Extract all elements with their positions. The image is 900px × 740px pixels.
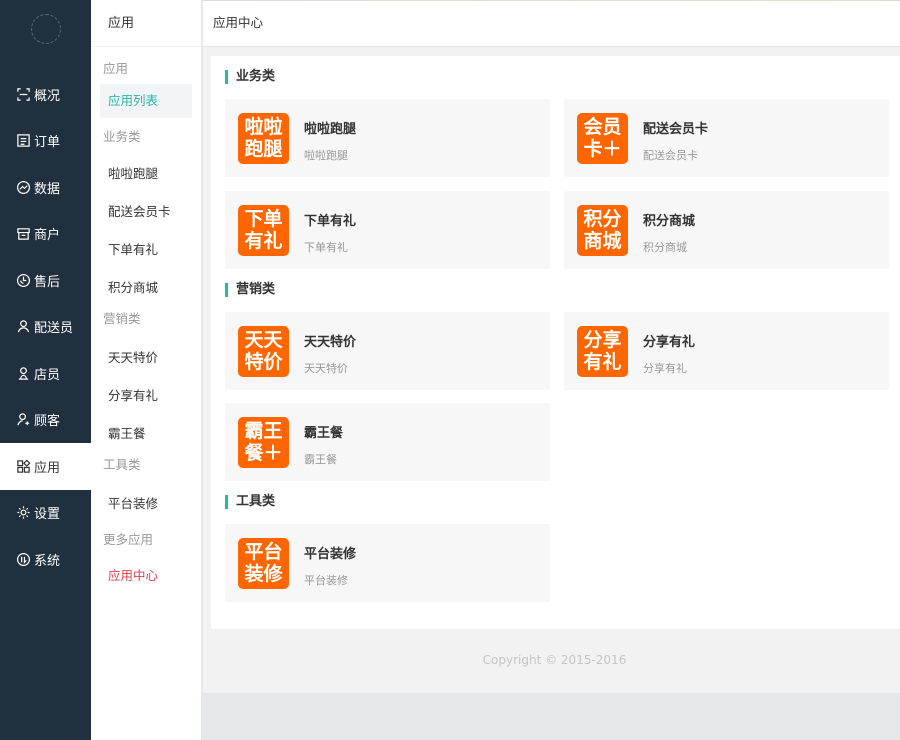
nav-item-overview[interactable]: 概况 — [0, 71, 91, 118]
app-name: 啦啦跑腿 — [304, 122, 357, 137]
app-card-share-gift[interactable]: 分享 有礼 分享有礼 分享有礼 — [564, 312, 889, 390]
copyright-footer: Copyright © 2015-2016 — [482, 653, 627, 667]
nav-item-apps[interactable]: 应用 — [0, 443, 91, 490]
app-card-decoration[interactable]: 平台 装修 平台装修 平台装修 — [225, 524, 550, 602]
main-sidebar: 概况 订单 数据 商户 售后 配送员 店员 顾客 应用 设置 系统 — [0, 0, 91, 740]
header-top-line — [203, 0, 900, 1]
app-card-member-card[interactable]: 会员 卡＋ 配送会员卡 配送会员卡 — [564, 99, 889, 177]
app-name: 下单有礼 — [304, 214, 357, 229]
app-desc: 下单有礼 — [304, 241, 348, 254]
app-icon-lala: 啦啦 跑腿 — [238, 113, 289, 164]
app-desc: 啦啦跑腿 — [304, 149, 348, 162]
subnav-group-marketing: 营销类 — [103, 311, 141, 326]
logo[interactable] — [0, 0, 91, 57]
subnav-group-more: 更多应用 — [103, 532, 154, 547]
overview-icon — [15, 86, 31, 102]
after-sales-icon — [15, 272, 31, 288]
subnav-group-business: 业务类 — [103, 129, 141, 144]
subnav-item-app-center[interactable]: 应用中心 — [91, 559, 201, 597]
system-icon — [15, 551, 31, 567]
content-area: 业务类 啦啦 跑腿 啦啦跑腿 啦啦跑腿 会员 卡＋ 配送会员卡 配送会员卡 下单 有礼… — [203, 47, 900, 693]
subnav-item-app-list[interactable]: 应用列表 — [100, 84, 192, 118]
subnav-item-member-card[interactable]: 配送会员卡 — [91, 195, 201, 233]
nav-label: 数据 — [34, 181, 61, 197]
nav-item-staff[interactable]: 店员 — [0, 350, 91, 397]
section-title-tools: 工具类 — [225, 495, 275, 509]
app-card-points-mall[interactable]: 积分 商城 积分商城 积分商城 — [564, 191, 889, 269]
subnav-item-lala[interactable]: 啦啦跑腿 — [91, 157, 201, 195]
logo-mark-icon — [30, 13, 61, 44]
app-desc: 霸王餐 — [304, 453, 337, 466]
app-icon-points-mall: 积分 商城 — [577, 205, 628, 256]
subnav-item-points-mall[interactable]: 积分商城 — [91, 271, 201, 309]
nav-item-system[interactable]: 系统 — [0, 536, 91, 583]
app-card-order-gift[interactable]: 下单 有礼 下单有礼 下单有礼 — [225, 191, 550, 269]
subnav-item-order-gift[interactable]: 下单有礼 — [91, 233, 201, 271]
bottom-strip — [203, 693, 900, 740]
subnav-item-decoration[interactable]: 平台装修 — [91, 487, 201, 525]
customer-icon — [15, 412, 31, 428]
subnav-group-tools: 工具类 — [103, 457, 141, 472]
store-icon — [15, 226, 31, 242]
app-name: 天天特价 — [304, 335, 357, 350]
nav-item-merchants[interactable]: 商户 — [0, 211, 91, 258]
app-desc: 积分商城 — [643, 241, 687, 254]
subnav-group-app: 应用 — [103, 61, 129, 76]
main-nav: 概况 订单 数据 商户 售后 配送员 店员 顾客 应用 设置 系统 — [0, 71, 91, 583]
secondary-sidebar: 应用 应用 应用列表 业务类 啦啦跑腿 配送会员卡 下单有礼 积分商城 营销类 … — [91, 0, 202, 740]
subnav-item-share-gift[interactable]: 分享有礼 — [91, 379, 201, 417]
chart-icon — [15, 179, 31, 195]
nav-label: 店员 — [34, 367, 61, 383]
main-area: 应用中心 业务类 啦啦 跑腿 啦啦跑腿 啦啦跑腿 会员 卡＋ 配送会员卡 配送会员卡… — [203, 0, 900, 740]
app-name: 配送会员卡 — [643, 122, 709, 137]
nav-label: 设置 — [34, 507, 61, 523]
nav-item-couriers[interactable]: 配送员 — [0, 304, 91, 351]
app-name: 霸王餐 — [304, 426, 344, 441]
app-desc: 天天特价 — [304, 362, 348, 375]
nav-label: 售后 — [34, 274, 61, 290]
app-desc: 配送会员卡 — [643, 149, 698, 162]
apps-icon — [15, 458, 31, 474]
app-panel: 业务类 啦啦 跑腿 啦啦跑腿 啦啦跑腿 会员 卡＋ 配送会员卡 配送会员卡 下单 有礼… — [211, 56, 900, 629]
app-name: 平台装修 — [304, 547, 357, 562]
page-title: 应用中心 — [213, 15, 264, 30]
page-header: 应用中心 — [203, 0, 900, 47]
subnav-title: 应用 — [91, 0, 201, 47]
courier-icon — [15, 319, 31, 335]
nav-item-data[interactable]: 数据 — [0, 164, 91, 211]
nav-item-orders[interactable]: 订单 — [0, 118, 91, 165]
gear-icon — [15, 505, 31, 521]
app-name: 分享有礼 — [643, 335, 696, 350]
nav-label: 应用 — [34, 460, 61, 476]
app-card-lala[interactable]: 啦啦 跑腿 啦啦跑腿 啦啦跑腿 — [225, 99, 550, 177]
app-desc: 平台装修 — [304, 574, 348, 587]
nav-label: 系统 — [34, 553, 61, 569]
nav-item-after-sales[interactable]: 售后 — [0, 257, 91, 304]
section-title-marketing: 营销类 — [225, 283, 275, 297]
app-icon-daily-deal: 天天 特价 — [238, 326, 289, 377]
nav-item-customers[interactable]: 顾客 — [0, 397, 91, 444]
app-icon-order-gift: 下单 有礼 — [238, 205, 289, 256]
section-title-business: 业务类 — [225, 70, 275, 84]
subnav-item-free-meal[interactable]: 霸王餐 — [91, 417, 201, 455]
nav-item-settings[interactable]: 设置 — [0, 490, 91, 537]
nav-label: 配送员 — [34, 321, 74, 337]
app-card-free-meal[interactable]: 霸王 餐＋ 霸王餐 霸王餐 — [225, 403, 550, 481]
app-icon-decoration: 平台 装修 — [238, 538, 289, 589]
subnav-item-daily-deal[interactable]: 天天特价 — [91, 341, 201, 379]
app-name: 积分商城 — [643, 214, 696, 229]
app-card-daily-deal[interactable]: 天天 特价 天天特价 天天特价 — [225, 312, 550, 390]
staff-icon — [15, 365, 31, 381]
nav-label: 订单 — [34, 135, 61, 151]
nav-label: 概况 — [34, 88, 61, 104]
app-icon-member-card: 会员 卡＋ — [577, 113, 628, 164]
app-desc: 分享有礼 — [643, 362, 687, 375]
nav-label: 顾客 — [34, 414, 61, 430]
app-icon-share-gift: 分享 有礼 — [577, 326, 628, 377]
nav-label: 商户 — [34, 228, 61, 244]
order-icon — [15, 133, 31, 149]
app-icon-free-meal: 霸王 餐＋ — [238, 417, 289, 468]
